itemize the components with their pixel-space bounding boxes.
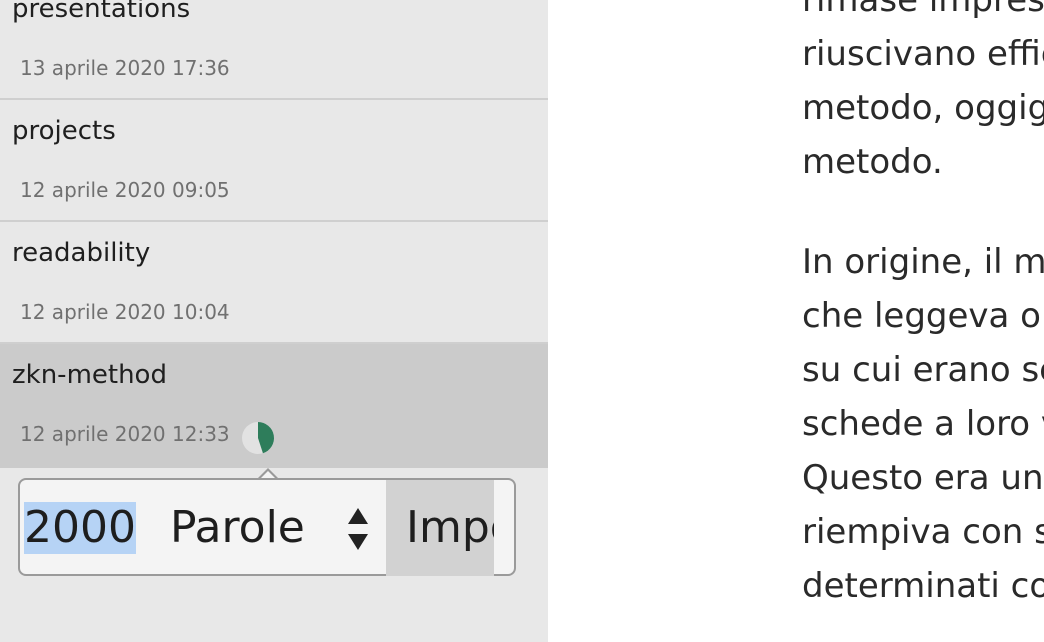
- goal-value-input[interactable]: 2000: [24, 502, 136, 554]
- text-line: determinati cor: [802, 566, 1044, 606]
- file-item-presentations[interactable]: presentations 13 aprile 2020 17:36: [0, 0, 548, 100]
- text-line: metodo, oggigi: [802, 88, 1044, 128]
- writing-goal-popover: 2000 Parole Impos: [18, 478, 516, 576]
- file-date: 12 aprile 2020 09:05: [20, 178, 230, 202]
- text-line: metodo.: [802, 142, 943, 182]
- writing-goal-progress-icon[interactable]: [240, 420, 276, 456]
- file-date: 12 aprile 2020 10:04: [20, 300, 230, 324]
- editor-pane[interactable]: rimase impress riuscivano effic metodo, …: [548, 0, 1044, 642]
- text-line: riempiva con se: [802, 512, 1044, 552]
- text-line: rimase impress: [802, 0, 1044, 20]
- text-line: In origine, il me: [802, 242, 1044, 282]
- text-line: riuscivano effic: [802, 34, 1044, 74]
- editor-paragraph-2: In origine, il me che leggeva o p su cui…: [802, 235, 1044, 613]
- file-name: projects: [12, 116, 116, 146]
- set-goal-button[interactable]: Impos: [386, 480, 494, 576]
- text-line: Questo era un: [802, 458, 1044, 498]
- file-name: readability: [12, 238, 151, 268]
- file-name: zkn-method: [12, 360, 167, 390]
- file-date: 13 aprile 2020 17:36: [20, 56, 230, 80]
- file-item-projects[interactable]: projects 12 aprile 2020 09:05: [0, 100, 548, 222]
- set-goal-button-label: Impos: [406, 502, 494, 553]
- select-updown-icon[interactable]: [346, 506, 370, 552]
- file-item-readability[interactable]: readability 12 aprile 2020 10:04: [0, 222, 548, 344]
- goal-unit-select[interactable]: Parole: [170, 502, 305, 554]
- editor-paragraph-1: rimase impress riuscivano effic metodo, …: [802, 0, 1044, 189]
- text-line: schede a loro v: [802, 404, 1044, 444]
- file-date: 12 aprile 2020 12:33: [20, 422, 230, 446]
- text-line: che leggeva o p: [802, 296, 1044, 336]
- file-item-zkn-method[interactable]: zkn-method 12 aprile 2020 12:33: [0, 344, 548, 468]
- file-list-sidebar: presentations 13 aprile 2020 17:36 proje…: [0, 0, 548, 642]
- file-name: presentations: [12, 0, 191, 24]
- text-line: su cui erano sc: [802, 350, 1044, 390]
